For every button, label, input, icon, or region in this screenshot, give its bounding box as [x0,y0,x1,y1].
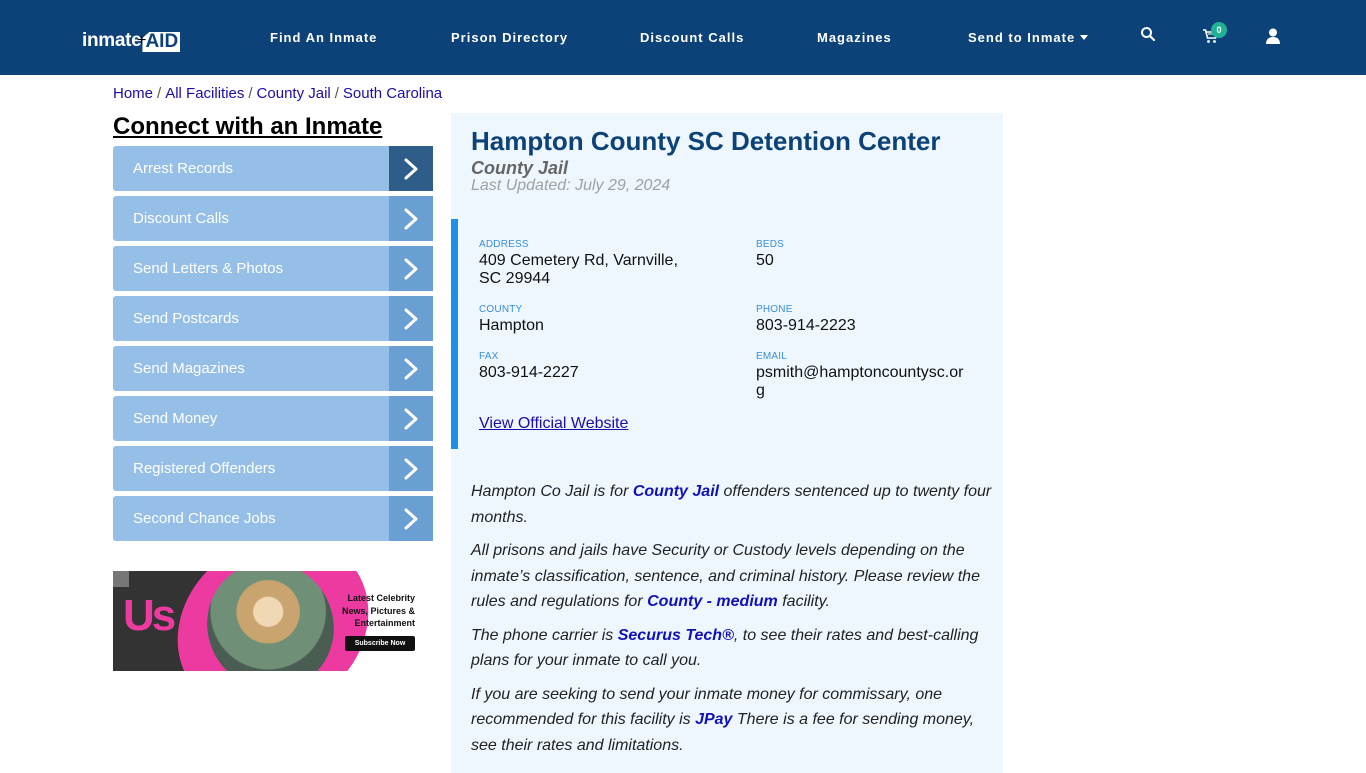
inmateaid-logo[interactable]: inmate AID [82,26,181,52]
nav-find-an-inmate[interactable]: Find An Inmate [270,30,377,46]
ad-brand-logo: Us [123,591,176,640]
sidebar-item-send-magazines[interactable]: Send Magazines [113,346,433,391]
facility-name: Hampton County SC Detention Center [471,126,941,156]
description-paragraph: Hampton Co Jail is for County Jail offen… [471,479,996,530]
user-icon[interactable] [1266,28,1286,48]
sidebar-item-registered-offenders[interactable]: Registered Offenders [113,446,433,491]
beds-value: 50 [756,252,774,269]
sidebar-item-send-postcards[interactable]: Send Postcards [113,296,433,341]
description-text: The phone carrier is [471,626,618,644]
sidebar-item-label: Arrest Records [133,160,234,177]
phone-label: PHONE [756,304,793,315]
description-text: facility. [777,593,830,610]
ad-close-square[interactable] [113,571,129,587]
breadcrumb-separator: / [157,85,162,102]
sidebar-item-discount-calls[interactable]: Discount Calls [113,196,433,241]
breadcrumb-south-carolina[interactable]: South Carolina [343,85,442,102]
top-navbar: inmate AID + Find An Inmate Prison Direc… [0,0,1366,75]
sidebar-menu: Arrest Records Discount Calls Send Lette… [113,146,433,546]
ad-headline: Latest Celebrity News, Pictures & Entert… [341,593,415,628]
ad-subscribe-button[interactable]: Subscribe Now [345,636,415,651]
chevron-right-icon [389,396,433,441]
facility-description: Hampton Co Jail is for County Jail offen… [471,479,996,766]
sidebar-item-send-letters-photos[interactable]: Send Letters & Photos [113,246,433,291]
breadcrumb-all-facilities[interactable]: All Facilities [165,85,244,102]
nav-magazines[interactable]: Magazines [817,30,892,46]
nav-send-to-inmate[interactable]: Send to Inmate [968,30,1089,46]
breadcrumb-home[interactable]: Home [113,85,153,102]
sidebar-item-label: Send Letters & Photos [133,260,284,277]
email-value[interactable]: psmith@hamptoncountysc.org [756,364,968,400]
sidebar-item-second-chance-jobs[interactable]: Second Chance Jobs [113,496,433,541]
county-field: COUNTY Hampton [479,304,739,335]
us-weekly-ad-banner[interactable]: Us Latest Celebrity News, Pictures & Ent… [113,571,416,671]
sidebar-item-label: Send Magazines [133,360,245,377]
phone-field: PHONE 803-914-2223 [756,304,1016,335]
county-medium-link[interactable]: County - medium [647,593,778,610]
fax-field: FAX 803-914-2227 [479,351,739,382]
chevron-right-icon [389,346,433,391]
description-paragraph: All prisons and jails have Security or C… [471,538,996,615]
address-label: ADDRESS [479,239,529,250]
nav-prison-directory[interactable]: Prison Directory [451,30,568,46]
sidebar-item-arrest-records[interactable]: Arrest Records [113,146,433,191]
sidebar-title: Connect with an Inmate [113,113,383,140]
fax-value: 803-914-2227 [479,364,579,381]
nav-discount-calls[interactable]: Discount Calls [640,30,744,46]
beds-field: BEDS 50 [756,239,1016,270]
chevron-right-icon [389,296,433,341]
jpay-link[interactable]: JPay [695,711,732,728]
chevron-right-icon [389,446,433,491]
county-label: COUNTY [479,304,523,315]
sidebar-item-send-money[interactable]: Send Money [113,396,433,441]
logo-text-inmate: inmate [82,30,142,51]
facility-info-panel: ADDRESS 409 Cemetery Rd, Varnville, SC 2… [451,219,1003,449]
facility-card: Hampton County SC Detention Center Count… [451,113,1003,773]
phone-value[interactable]: 803-914-2223 [756,317,1016,335]
chevron-right-icon [389,246,433,291]
email-label: EMAIL [756,351,788,362]
fax-label: FAX [479,351,499,362]
chevron-right-icon [389,196,433,241]
sidebar-item-label: Send Money [133,410,218,427]
last-updated: Last Updated: July 29, 2024 [471,177,671,194]
beds-label: BEDS [756,239,785,250]
address-value: 409 Cemetery Rd, Varnville, SC 29944 [479,252,678,287]
logo-text-aid: AID [142,32,181,52]
search-icon[interactable] [1140,26,1160,46]
breadcrumb-county-jail[interactable]: County Jail [257,85,331,102]
logo-plus-icon: + [137,32,147,49]
county-value: Hampton [479,317,544,334]
chevron-right-icon [389,146,433,191]
address-field: ADDRESS 409 Cemetery Rd, Varnville, SC 2… [479,239,739,288]
caret-down-icon [1080,35,1089,40]
sidebar-item-label: Second Chance Jobs [133,510,276,527]
breadcrumb-separator: / [334,85,339,102]
description-paragraph: If you are seeking to send your inmate m… [471,682,996,759]
cart-count-badge: 0 [1211,22,1227,38]
sidebar-item-label: Registered Offenders [133,460,276,477]
nav-send-to-inmate-label: Send to Inmate [968,30,1076,45]
facility-type: County Jail [471,158,569,178]
chevron-right-icon [389,496,433,541]
description-paragraph: The phone carrier is Securus Tech®, to s… [471,623,996,674]
sidebar-item-label: Send Postcards [133,310,239,327]
county-jail-link[interactable]: County Jail [633,483,719,500]
view-official-website-link[interactable]: View Official Website [479,415,628,433]
email-field: EMAIL psmith@hamptoncountysc.org [756,351,968,400]
description-text: Hampton Co Jail is for [471,483,633,500]
sidebar-item-label: Discount Calls [133,210,229,227]
breadcrumb-separator: / [248,85,253,102]
breadcrumb: Home / All Facilities / County Jail / South Ca… [113,85,442,103]
securus-tech-link[interactable]: Securus Tech® [618,627,734,644]
